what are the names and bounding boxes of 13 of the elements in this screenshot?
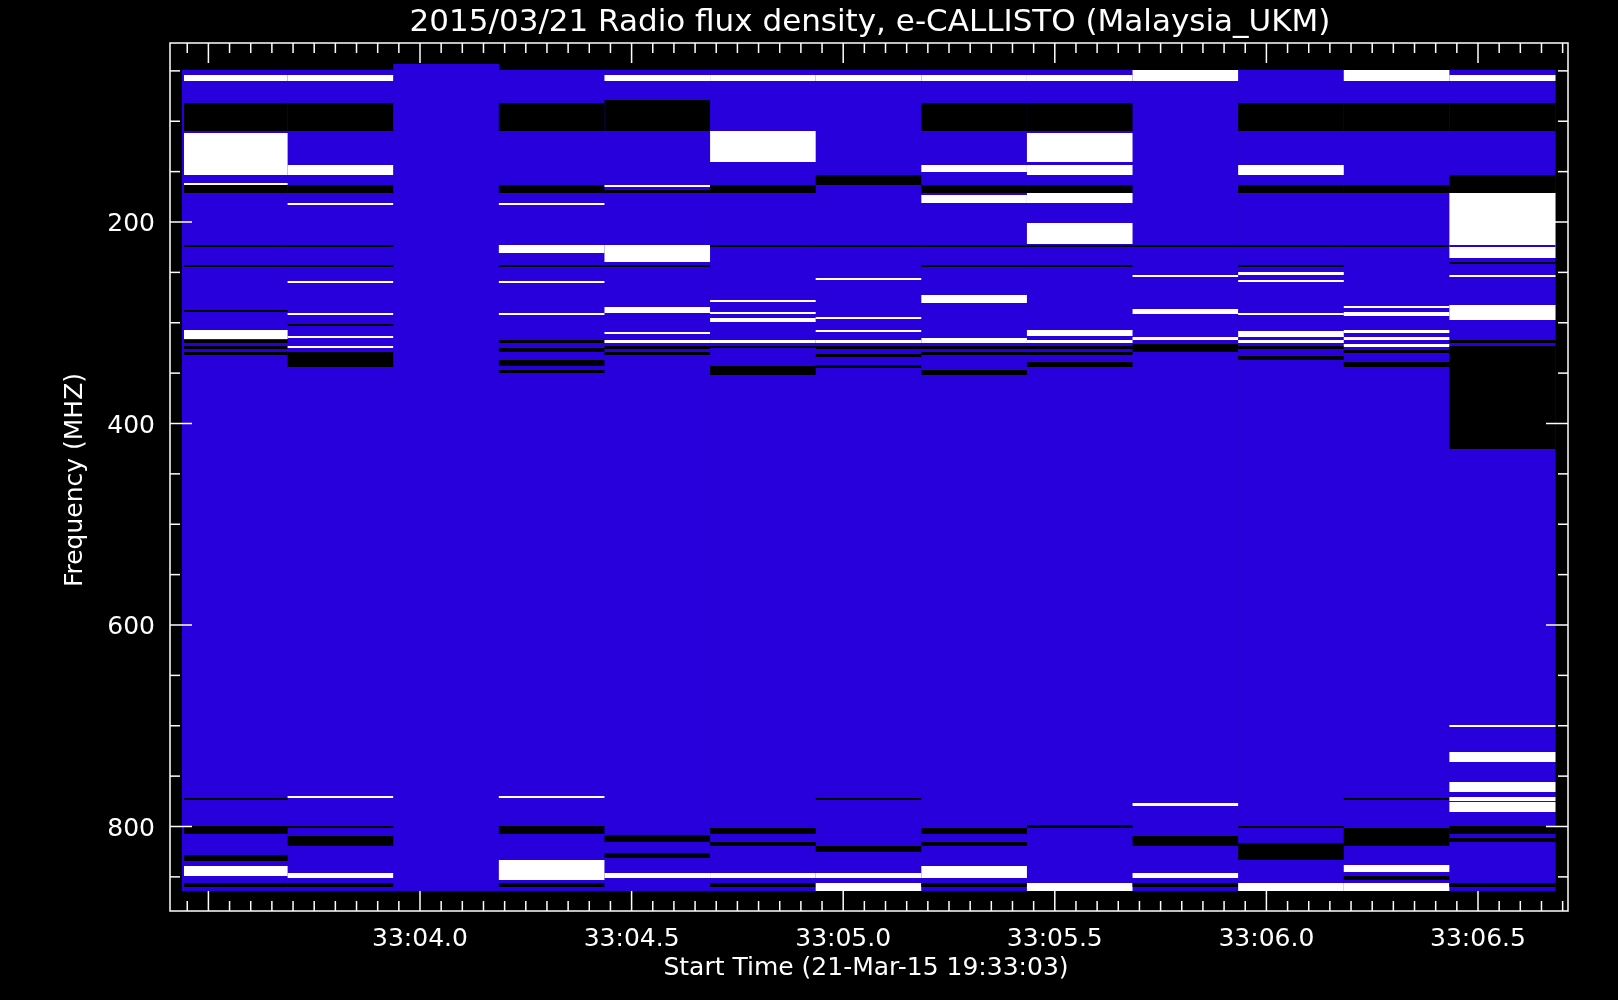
y-axis-label: Frequency (MHZ) — [59, 372, 88, 588]
x-tick-label: 33:05.5 — [1006, 923, 1103, 952]
y-tick-label: 800 — [107, 812, 155, 842]
x-tick-label: 33:04.5 — [583, 923, 680, 952]
y-tick-label: 200 — [107, 208, 155, 237]
x-axis-label: Start Time (21-Mar-15 19:33:03) — [663, 952, 1069, 981]
y-tick-label: 400 — [107, 409, 155, 439]
y-tick-label: 600 — [107, 611, 155, 640]
chart-title: 2015/03/21 Radio flux density, e-CALLISTO (Malaysia_UKM) — [409, 2, 1331, 38]
x-tick-label: 33:05.0 — [795, 923, 892, 952]
x-tick-label: 33:04.0 — [372, 923, 468, 952]
x-tick-label: 33:06.5 — [1430, 923, 1526, 952]
x-tick-label: 33:06.0 — [1218, 923, 1315, 952]
